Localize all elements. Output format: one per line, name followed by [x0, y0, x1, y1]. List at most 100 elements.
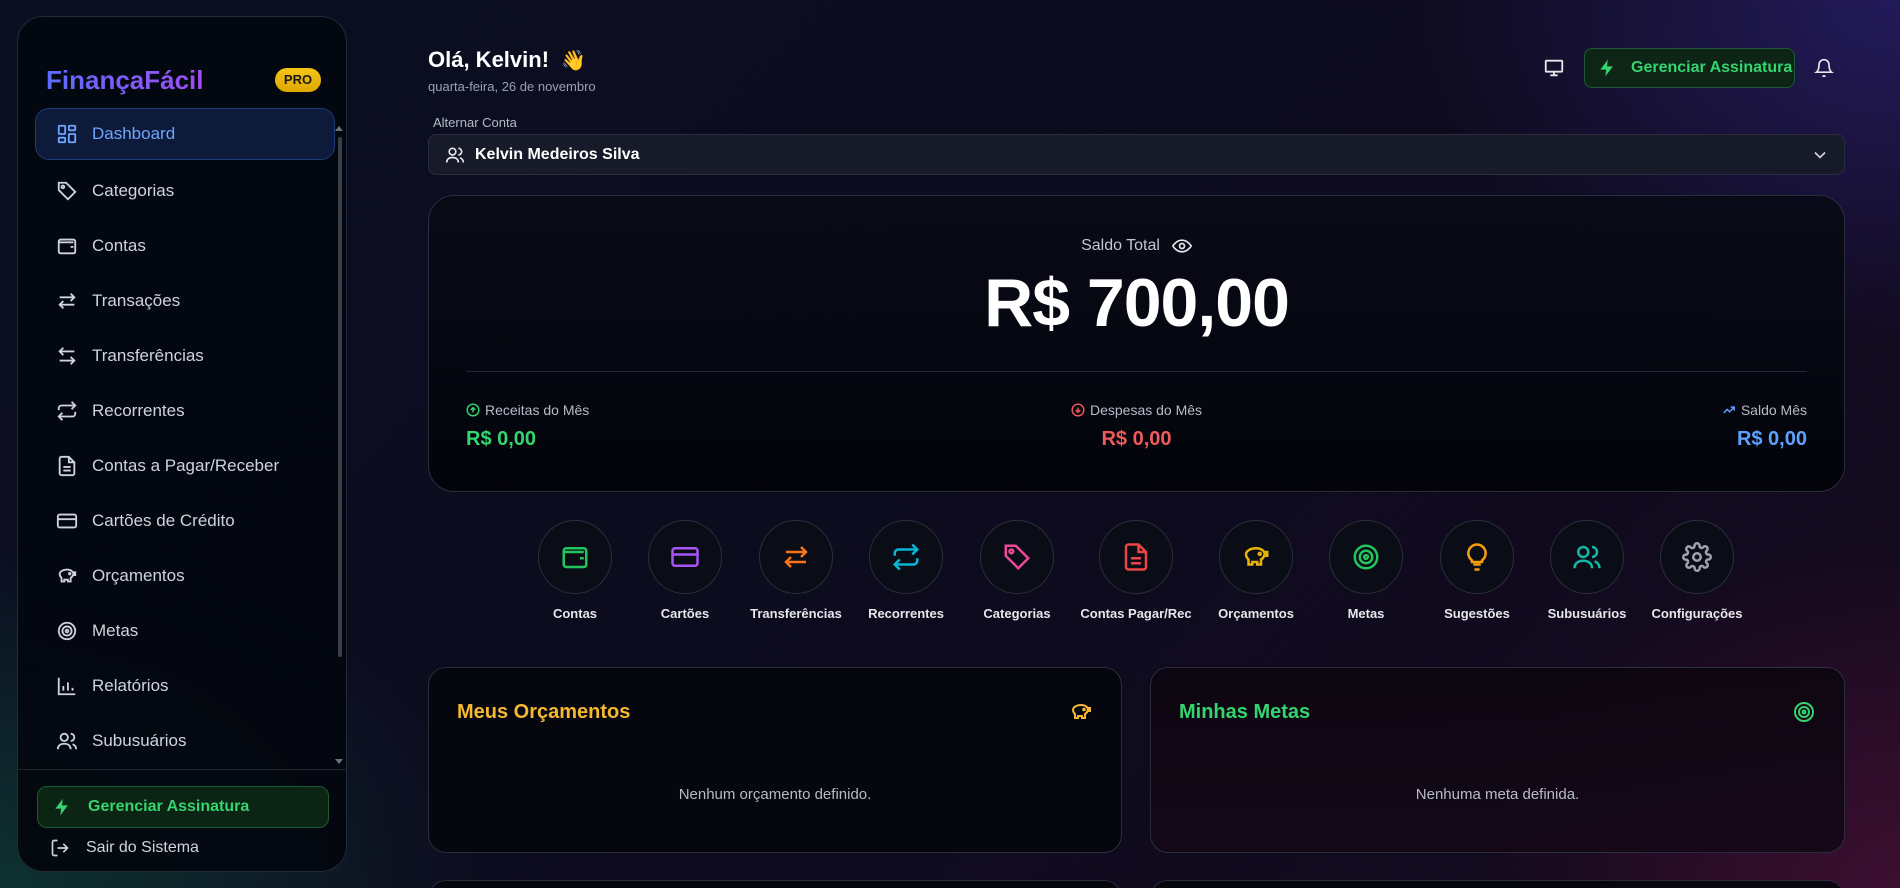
- greeting: Olá, Kelvin! 👋: [428, 47, 586, 73]
- arrows-swap-icon: [58, 292, 76, 309]
- manage-subscription-label: Gerenciar Assinatura: [1631, 59, 1793, 76]
- quick-action-orcamentos[interactable]: Orçamentos: [1196, 520, 1316, 621]
- chevron-down-icon: [1814, 151, 1826, 159]
- quick-action-circle: [1440, 520, 1514, 594]
- monthly-label-row: Saldo Mês: [1722, 402, 1807, 418]
- balance-value: R$ 700,00: [984, 265, 1290, 341]
- goals-title: Minhas Metas: [1179, 701, 1311, 723]
- repeat-icon: [892, 543, 920, 571]
- quick-action-contas[interactable]: Contas: [515, 520, 635, 621]
- sidebar: FinançaFácil PRO Dashboard Categorias Co…: [17, 16, 347, 872]
- sidebar-item-label: Contas: [92, 235, 146, 255]
- document-icon: [58, 455, 76, 476]
- piggy-bank-icon: [1071, 703, 1091, 719]
- sidebar-item-transacoes[interactable]: Transações: [35, 273, 335, 328]
- monthly-value: R$ 0,00: [1736, 428, 1807, 450]
- sidebar-item-label: Subusuários: [92, 730, 187, 750]
- quick-action-configuracoes[interactable]: Configurações: [1637, 520, 1757, 621]
- arrows-swap-icon: [784, 546, 808, 568]
- quick-action-label: Configurações: [1651, 606, 1743, 621]
- sidebar-item-subusuarios[interactable]: Subusuários: [35, 713, 335, 768]
- credit-card-icon: [56, 513, 78, 528]
- scroll-up-arrow[interactable]: [335, 126, 343, 131]
- quick-action-subusuarios[interactable]: Subusuários: [1527, 520, 1647, 621]
- sidebar-item-dashboard[interactable]: Dashboard: [35, 108, 335, 160]
- balance-label: Saldo Total: [1081, 237, 1160, 254]
- quick-action-categorias[interactable]: Categorias: [957, 520, 1077, 621]
- sidebar-item-label: Recorrentes: [92, 400, 185, 420]
- sidebar-item-label: Categorias: [92, 180, 175, 200]
- transfer-icon: [58, 346, 76, 365]
- brand-logo[interactable]: FinançaFácil: [46, 65, 204, 96]
- quick-action-circle: [1219, 520, 1293, 594]
- sidebar-item-label: Orçamentos: [92, 565, 185, 585]
- sidebar-item-recorrentes[interactable]: Recorrentes: [35, 383, 335, 438]
- bell-icon[interactable]: [1814, 58, 1834, 78]
- budgets-empty-message: Nenhum orçamento definido.: [678, 786, 872, 803]
- partial-card-right: [1150, 880, 1845, 888]
- sidebar-item-transferencias[interactable]: Transferências: [35, 328, 335, 383]
- sidebar-item-cartoes[interactable]: Cartões de Crédito: [35, 493, 335, 548]
- quick-action-label: Contas: [552, 606, 598, 621]
- tag-icon: [1004, 544, 1031, 571]
- quick-action-label: Metas: [1347, 606, 1385, 621]
- monthly-label: Saldo Mês: [1740, 402, 1807, 418]
- quick-action-contas-pagar-rec[interactable]: Contas Pagar/Rec: [1076, 520, 1196, 621]
- sidebar-item-contas[interactable]: Contas: [35, 218, 335, 273]
- sidebar-item-contas-pagar-receber[interactable]: Contas a Pagar/Receber: [35, 438, 335, 493]
- balance-label-row: Saldo Total: [429, 236, 1844, 256]
- sidebar-divider: [18, 769, 346, 770]
- quick-action-circle: [980, 520, 1054, 594]
- quick-action-label: Transferências: [750, 606, 842, 621]
- quick-action-label: Orçamentos: [1218, 606, 1294, 621]
- credit-card-icon: [671, 547, 699, 567]
- goals-card: Minhas Metas Nenhuma meta definida.: [1150, 667, 1845, 853]
- sidebar-manage-subscription-button[interactable]: Gerenciar Assinatura: [37, 786, 329, 828]
- sidebar-item-relatorios[interactable]: Relatórios: [35, 658, 335, 713]
- quick-action-recorrentes[interactable]: Recorrentes: [846, 520, 966, 621]
- expense-summary: Despesas do Mês R$ 0,00: [429, 402, 1844, 451]
- sidebar-nav: Dashboard Categorias Contas Transações T…: [35, 108, 335, 768]
- eye-icon[interactable]: [1171, 236, 1192, 256]
- monitor-icon[interactable]: [1543, 57, 1565, 79]
- partial-card-left: [428, 880, 1122, 888]
- quick-action-label: Subusuários: [1547, 606, 1627, 621]
- quick-action-label: Cartões: [660, 606, 710, 621]
- budgets-card: Meus Orçamentos Nenhum orçamento definid…: [428, 667, 1122, 853]
- balance-card: Saldo Total R$ 700,00 Receitas do Mês R$…: [428, 195, 1845, 492]
- logout-label: Sair do Sistema: [86, 839, 199, 856]
- sidebar-item-orcamentos[interactable]: Orçamentos: [35, 548, 335, 603]
- goals-empty-message: Nenhuma meta definida.: [1415, 786, 1580, 803]
- account-select-value: Kelvin Medeiros Silva: [475, 145, 640, 163]
- quick-action-circle: [1099, 520, 1173, 594]
- sidebar-item-categorias[interactable]: Categorias: [35, 163, 335, 218]
- quick-action-circle: [1660, 520, 1734, 594]
- arrow-down-circle-icon: [1071, 403, 1085, 417]
- repeat-icon: [57, 400, 77, 421]
- logout-button[interactable]: Sair do Sistema: [50, 838, 199, 858]
- sidebar-item-label: Dashboard: [92, 124, 176, 143]
- bar-chart-icon: [57, 677, 76, 695]
- wallet-icon: [562, 547, 588, 569]
- balance-divider: [466, 371, 1807, 372]
- quick-action-cartoes[interactable]: Cartões: [625, 520, 745, 621]
- header-manage-subscription-button[interactable]: Gerenciar Assinatura: [1584, 48, 1795, 88]
- trending-up-icon: [1723, 406, 1735, 414]
- current-date: quarta-feira, 26 de novembro: [428, 79, 596, 94]
- quick-action-circle: [648, 520, 722, 594]
- quick-action-metas[interactable]: Metas: [1306, 520, 1426, 621]
- quick-action-circle: [538, 520, 612, 594]
- users-icon: [1573, 545, 1601, 569]
- quick-action-sugestoes[interactable]: Sugestões: [1417, 520, 1537, 621]
- sidebar-item-metas[interactable]: Metas: [35, 603, 335, 658]
- quick-action-transferencias[interactable]: Transferências: [736, 520, 856, 621]
- account-select[interactable]: Kelvin Medeiros Silva: [428, 134, 1845, 175]
- quick-action-circle: [1550, 520, 1624, 594]
- sidebar-scrollbar[interactable]: [338, 137, 342, 657]
- sidebar-item-label: Contas a Pagar/Receber: [92, 455, 280, 475]
- scroll-down-arrow[interactable]: [335, 759, 343, 764]
- sidebar-item-label: Transferências: [92, 345, 204, 365]
- sidebar-item-label: Relatórios: [92, 675, 169, 695]
- budgets-title: Meus Orçamentos: [457, 701, 631, 723]
- sidebar-item-label: Cartões de Crédito: [92, 510, 235, 530]
